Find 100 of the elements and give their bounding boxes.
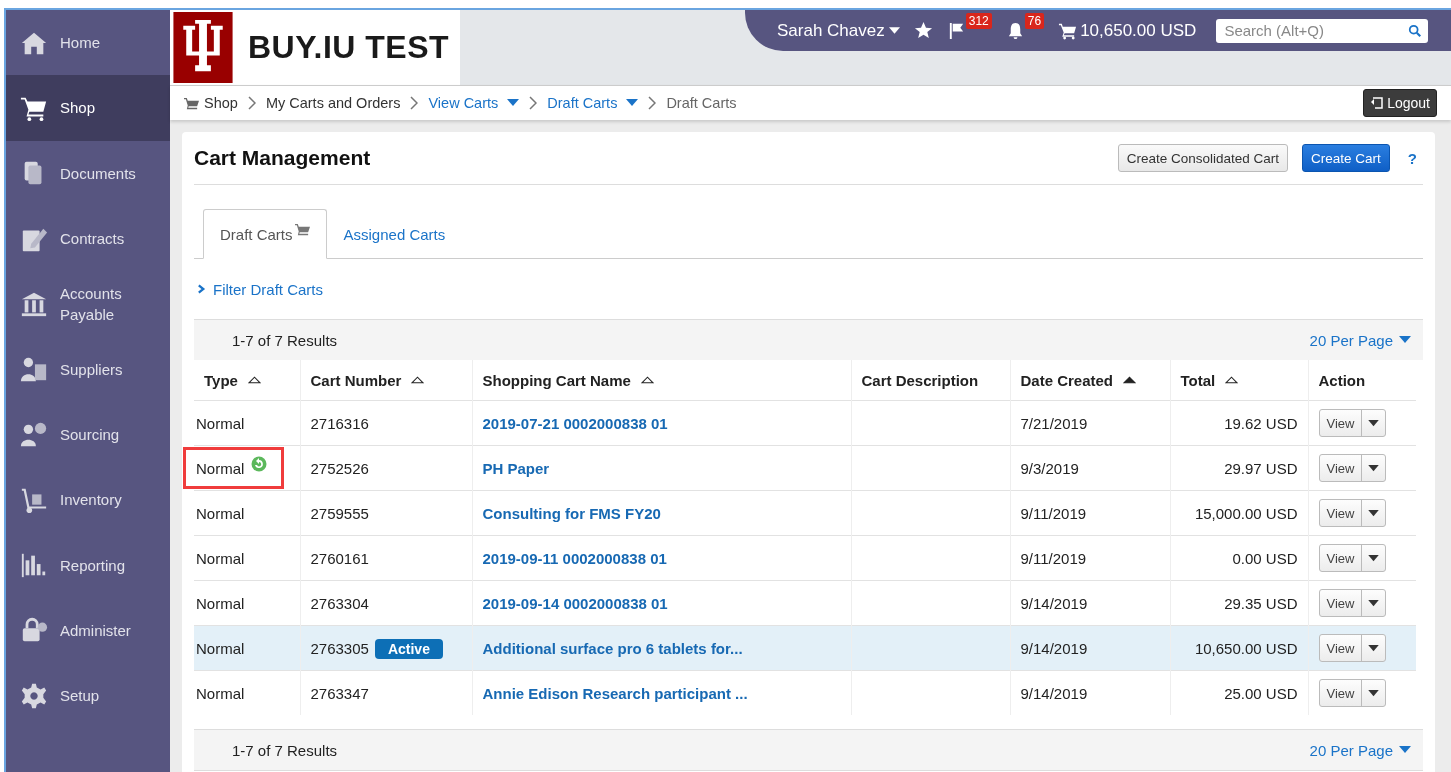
create-cart-button[interactable]: Create Cart <box>1302 144 1390 172</box>
tab[interactable]: Draft Carts <box>203 209 327 259</box>
cart-name-link[interactable]: 2019-07-21 0002000838 01 <box>482 414 668 432</box>
table-cell: 9/11/2019 <box>1020 504 1087 522</box>
chevron-icon <box>197 284 206 294</box>
table-cell: 2763305 <box>310 639 369 657</box>
caret-icon <box>1368 644 1380 652</box>
chevron-right-icon <box>529 96 538 110</box>
cart-icon <box>184 95 199 111</box>
breadcrumb-link[interactable]: Shop <box>184 95 238 111</box>
table-cell: 7/21/2019 <box>1020 414 1088 432</box>
view-button[interactable]: View <box>1319 410 1363 436</box>
table-cell: 2760161 <box>310 549 369 567</box>
results-count: 1-7 of 7 Results <box>232 741 339 759</box>
column-header[interactable]: Date Created <box>1010 360 1170 401</box>
undo-arrow-icon <box>1370 96 1385 110</box>
tab[interactable]: Assigned Carts <box>326 209 463 259</box>
filter-toggle[interactable]: Filter Draft Carts <box>194 259 1423 319</box>
table-cell: 9/11/2019 <box>1020 549 1087 567</box>
help-link[interactable]: ? <box>1401 149 1423 167</box>
caret-icon <box>1368 509 1380 517</box>
view-split-button[interactable]: View <box>1318 634 1387 662</box>
table-cell: Normal <box>196 504 245 522</box>
cart-total-link[interactable]: 10,650.00 USD <box>1058 20 1197 41</box>
sidebar-item[interactable]: Suppliers <box>6 336 170 402</box>
consolidated-cart-button[interactable]: Create Consolidated Cart <box>1117 144 1289 172</box>
caret-icon <box>626 99 639 107</box>
table-cell: 0.00 USD <box>1232 549 1298 567</box>
cart-name-link[interactable]: 2019-09-14 0002000838 01 <box>482 594 668 612</box>
sidebar-item[interactable]: Home <box>6 10 170 76</box>
breadcrumb-link[interactable]: My Carts and Orders <box>265 95 401 111</box>
search-box[interactable]: Search (Alt+Q) <box>1216 18 1429 43</box>
view-split-button[interactable]: View <box>1318 409 1387 437</box>
caret-icon <box>1368 419 1380 427</box>
site-title: BUY.IU TEST <box>248 29 450 66</box>
view-button[interactable]: View <box>1319 500 1363 526</box>
cart-name-link[interactable]: 2019-09-11 0002000838 01 <box>482 549 667 567</box>
cart-name-link[interactable]: Annie Edison Research participant ... <box>482 684 748 702</box>
logout-button[interactable]: Logout <box>1363 89 1437 117</box>
table-cell: 2716316 <box>310 414 369 432</box>
results-count: 1-7 of 7 Results <box>232 331 339 349</box>
page-title: Cart Management <box>194 146 371 170</box>
table-cell: 2763304 <box>310 594 369 612</box>
column-header: Action <box>1308 360 1416 401</box>
table-cell: Normal <box>196 549 245 567</box>
table-cell: 29.97 USD <box>1224 459 1298 477</box>
breadcrumb-link[interactable]: Draft Carts <box>547 95 639 111</box>
view-split-button[interactable]: View <box>1318 589 1387 617</box>
sidebar-item[interactable]: Shop <box>6 75 170 141</box>
per-page-dropdown[interactable]: 20 Per Page <box>1309 741 1411 759</box>
view-button[interactable]: View <box>1319 545 1363 571</box>
sidebar-item[interactable]: Setup <box>6 662 170 729</box>
cart-icon <box>1058 21 1078 40</box>
star-icon[interactable] <box>913 21 933 40</box>
user-menu[interactable]: Sarah Chavez <box>777 20 900 41</box>
cart-name-link[interactable]: PH Paper <box>482 459 550 477</box>
view-split-button[interactable]: View <box>1318 544 1387 572</box>
sidebar-item[interactable]: Accounts Payable <box>6 271 170 337</box>
table-cell: 2763347 <box>310 684 369 702</box>
table-cell: Normal <box>196 639 245 657</box>
status-badge: Active <box>374 638 443 659</box>
sidebar-item[interactable]: Contracts <box>6 205 170 272</box>
table-cell: Normal <box>196 684 245 702</box>
sidebar-item[interactable]: Administer <box>6 597 170 663</box>
chevron-right-icon <box>410 96 419 110</box>
per-page-dropdown[interactable]: 20 Per Page <box>1309 331 1411 349</box>
caret-icon <box>1368 464 1380 472</box>
sidebar-item[interactable]: Reporting <box>6 532 170 598</box>
column-header[interactable]: Cart Number <box>300 360 472 401</box>
column-header[interactable]: Type <box>194 360 300 401</box>
notification-badge: 76 <box>1024 13 1045 29</box>
breadcrumb-link[interactable]: Draft Carts <box>666 95 737 111</box>
view-split-button[interactable]: View <box>1318 679 1387 707</box>
sidebar-item[interactable]: Sourcing <box>6 401 170 468</box>
table-cell: 10,650.00 USD <box>1194 639 1298 657</box>
bar-chart-icon <box>20 551 48 579</box>
column-header[interactable]: Total <box>1170 360 1308 401</box>
caret-icon <box>507 99 520 107</box>
table-cell: 2752526 <box>310 459 369 477</box>
sidebar-item[interactable]: Inventory <box>6 467 170 533</box>
view-split-button[interactable]: View <box>1318 454 1387 482</box>
caret-icon <box>888 27 900 34</box>
search-icon[interactable] <box>1408 23 1423 38</box>
table-cell: Normal <box>196 459 245 477</box>
breadcrumb-link[interactable]: View Carts <box>428 95 520 111</box>
settings-icon <box>20 681 48 710</box>
column-header[interactable]: Shopping Cart Name <box>472 360 851 401</box>
table-cell: 29.35 USD <box>1224 594 1298 612</box>
sidebar-item[interactable]: Documents <box>6 140 170 206</box>
view-button[interactable]: View <box>1319 680 1363 706</box>
chevron-right-icon <box>648 96 657 110</box>
cart-name-link[interactable]: Consulting for FMS FY20 <box>482 504 661 522</box>
table-cell: 15,000.00 USD <box>1194 504 1298 522</box>
view-button[interactable]: View <box>1319 590 1363 616</box>
table-cell: 9/14/2019 <box>1020 594 1088 612</box>
table-cell: 9/3/2019 <box>1020 459 1079 477</box>
view-button[interactable]: View <box>1319 455 1363 481</box>
view-split-button[interactable]: View <box>1318 499 1387 527</box>
column-header: Cart Description <box>851 360 1010 401</box>
table-cell: Normal <box>196 414 245 432</box>
